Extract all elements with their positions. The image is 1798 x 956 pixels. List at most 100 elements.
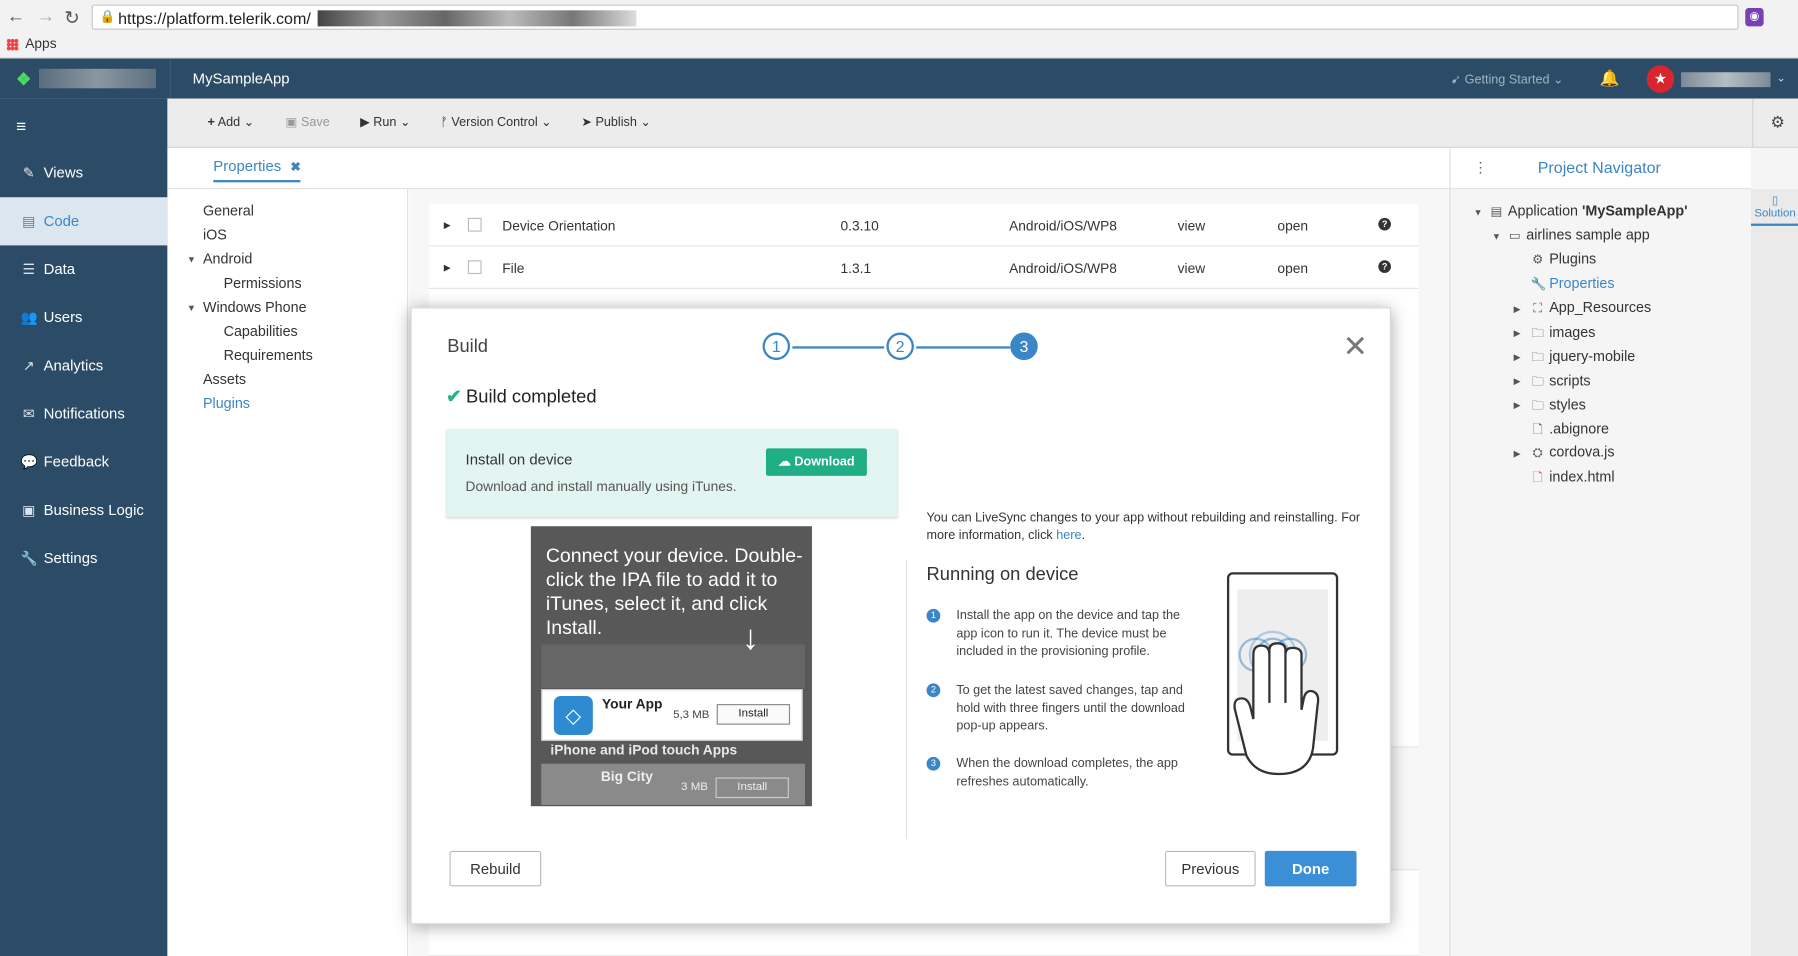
- caret-down-icon[interactable]: ▼: [1492, 232, 1501, 242]
- caret-down-icon[interactable]: ▼: [187, 255, 196, 265]
- tree-item-app-resources[interactable]: ⛶ App_Resources: [1531, 299, 1651, 316]
- itunes-big-city-row: Big City 3 MB Install: [541, 763, 805, 805]
- tree-item-index-html[interactable]: 🗋 index.html: [1531, 468, 1615, 490]
- tree-item-plugins[interactable]: ⚙ Plugins: [1531, 251, 1596, 267]
- extension-icon[interactable]: ◉: [1745, 8, 1764, 27]
- tree-item-properties[interactable]: 🔧 Properties: [1531, 275, 1615, 291]
- app-root: ← → ↻ 🔒 https://platform.telerik.com/ ☆ …: [0, 0, 1798, 956]
- username-redacted[interactable]: [1681, 72, 1771, 88]
- bell-icon[interactable]: 🔔: [1600, 69, 1620, 88]
- version-control-button[interactable]: ᚠ Version Control ⌄: [440, 115, 551, 130]
- sidebar-item-users[interactable]: 👥 Users: [0, 294, 167, 342]
- account-name-redacted[interactable]: [38, 68, 156, 89]
- plugins-icon: ⚙: [1532, 253, 1544, 268]
- publish-button[interactable]: ➤ Publish ⌄: [581, 115, 651, 130]
- floppy-icon: ▣: [285, 115, 298, 130]
- tab-solution[interactable]: ▯ Solution: [1751, 195, 1798, 226]
- tree-item-label: App_Resources: [1549, 299, 1652, 316]
- help-icon[interactable]: ?: [1378, 260, 1391, 273]
- tree-item-label: Properties: [1549, 275, 1615, 292]
- tab-properties[interactable]: Properties ✖: [213, 157, 301, 183]
- getting-started-menu[interactable]: ➹ Getting Started ⌄: [1451, 72, 1564, 87]
- caret-down-icon[interactable]: ▼: [187, 303, 196, 313]
- sidebar-item-business-logic[interactable]: ▣ Business Logic: [0, 486, 167, 534]
- caret-right-icon[interactable]: ▶: [1514, 304, 1521, 314]
- tree-item-jquery-mobile[interactable]: 🗀 jquery-mobile: [1531, 347, 1635, 369]
- avatar[interactable]: ★: [1646, 65, 1675, 93]
- sidebar-item-code[interactable]: ▤ Code: [0, 197, 168, 246]
- reload-icon[interactable]: ↻: [64, 7, 79, 30]
- row-checkbox[interactable]: [467, 217, 482, 232]
- nav-android[interactable]: Android: [203, 251, 252, 267]
- table-row[interactable]: ▶ File 1.3.1 Android/iOS/WP8 view open ?: [428, 246, 1419, 289]
- folder-icon: 🗀: [1531, 374, 1545, 389]
- step-number: 2: [926, 683, 941, 698]
- tree-application[interactable]: ▤ Application 'MySampleApp': [1490, 202, 1687, 220]
- hamburger-menu-icon[interactable]: ≡: [16, 117, 26, 136]
- nav-ios[interactable]: iOS: [203, 227, 227, 243]
- previous-button[interactable]: Previous: [1165, 850, 1256, 887]
- sidebar-item-analytics[interactable]: ↗ Analytics: [0, 342, 167, 390]
- download-button[interactable]: ☁ Download: [765, 448, 867, 476]
- row-checkbox[interactable]: [467, 260, 482, 275]
- sidebar-item-data[interactable]: ☰ Data: [0, 245, 167, 293]
- caret-right-icon[interactable]: ▶: [1514, 328, 1521, 338]
- forward-icon[interactable]: →: [37, 7, 55, 28]
- nav-plugins[interactable]: Plugins: [203, 396, 250, 412]
- tree-project[interactable]: ▭ airlines sample app: [1508, 227, 1650, 243]
- nav-capabilities[interactable]: Capabilities: [224, 323, 298, 339]
- livesync-here-link[interactable]: here: [1056, 529, 1081, 543]
- tree-item-styles[interactable]: 🗀 styles: [1531, 396, 1585, 418]
- divider: [1752, 98, 1754, 148]
- run-button[interactable]: ▶ Run ⌄: [360, 115, 410, 130]
- sidebar-item-label: Business Logic: [43, 501, 144, 519]
- rebuild-button[interactable]: Rebuild: [449, 850, 542, 887]
- close-icon[interactable]: ✖: [290, 161, 301, 175]
- dialog-title: Build: [447, 337, 489, 357]
- plugin-view-link[interactable]: view: [1178, 260, 1206, 276]
- sidebar-item-settings[interactable]: 🔧 Settings: [0, 534, 167, 582]
- tree-item-abignore[interactable]: 🗋 .abignore: [1531, 420, 1609, 442]
- plugin-open-link[interactable]: open: [1277, 218, 1308, 234]
- caret-right-icon[interactable]: ▶: [444, 220, 451, 230]
- sidebar-item-feedback[interactable]: 💬 Feedback: [0, 438, 167, 486]
- telerik-logo-icon[interactable]: ❖: [16, 69, 34, 89]
- nav-permissions[interactable]: Permissions: [224, 275, 302, 291]
- caret-right-icon[interactable]: ▶: [1514, 448, 1521, 458]
- table-row[interactable]: ▶ Device Orientation 0.3.10 Android/iOS/…: [428, 204, 1419, 247]
- nav-assets[interactable]: Assets: [203, 372, 246, 388]
- save-button[interactable]: ▣ Save: [286, 115, 330, 130]
- caret-right-icon[interactable]: ▶: [1514, 376, 1521, 386]
- caret-right-icon[interactable]: ▶: [1514, 400, 1521, 410]
- nav-requirements[interactable]: Requirements: [224, 347, 313, 363]
- caret-right-icon[interactable]: ▶: [444, 263, 451, 273]
- tree-item-scripts[interactable]: 🗀 scripts: [1531, 372, 1590, 394]
- application-prefix: Application: [1507, 202, 1583, 220]
- tree-item-cordova[interactable]: ⛭ cordova.js: [1531, 444, 1615, 461]
- plugin-open-link[interactable]: open: [1277, 260, 1308, 276]
- caret-right-icon[interactable]: ▶: [1514, 352, 1521, 362]
- sidebar-item-views[interactable]: ✎ Views: [0, 149, 167, 197]
- editor-tabs: Properties ✖: [167, 147, 1450, 190]
- caret-down-icon[interactable]: ▼: [1474, 208, 1483, 218]
- plugin-view-link[interactable]: view: [1178, 218, 1206, 234]
- close-icon[interactable]: ✕: [1343, 331, 1368, 361]
- address-bar[interactable]: 🔒 https://platform.telerik.com/ ☆: [91, 4, 1739, 30]
- nav-windows-phone[interactable]: Windows Phone: [203, 299, 307, 315]
- cordova-icon: ⛭: [1532, 446, 1543, 460]
- sidebar-item-label: Users: [43, 308, 83, 326]
- done-button[interactable]: Done: [1264, 850, 1357, 887]
- apps-grid-icon: [6, 38, 19, 51]
- tree-item-images[interactable]: 🗀 images: [1531, 323, 1595, 345]
- add-button[interactable]: + Add ⌄: [208, 115, 255, 130]
- gear-icon[interactable]: ⚙: [1771, 112, 1785, 131]
- chevron-down-icon[interactable]: ⌄: [1776, 72, 1786, 85]
- app-name[interactable]: MySampleApp: [193, 70, 290, 87]
- step-3: 3: [1010, 332, 1038, 361]
- nav-general[interactable]: General: [203, 203, 254, 219]
- back-icon[interactable]: ←: [7, 7, 25, 28]
- help-icon[interactable]: ?: [1378, 217, 1391, 231]
- more-vertical-icon[interactable]: ⋮: [1474, 159, 1488, 175]
- bookmarks-bar[interactable]: Apps: [6, 36, 57, 52]
- sidebar-item-notifications[interactable]: ✉ Notifications: [0, 390, 167, 438]
